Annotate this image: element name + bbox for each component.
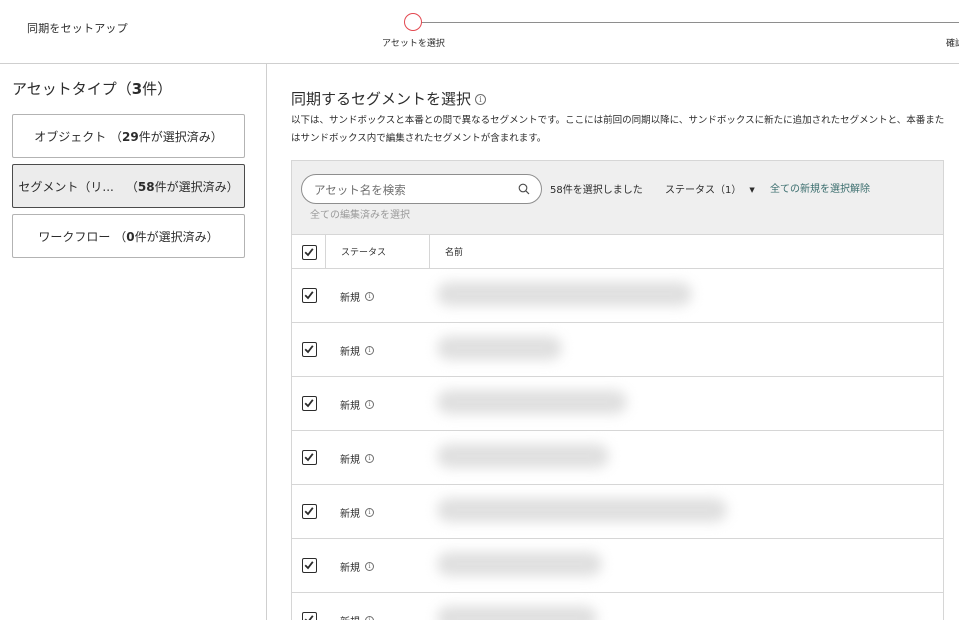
asset-type-panel: アセットタイプ（3件） オブジェクト （29件が選択済み） セグメント（リ...… <box>0 64 267 620</box>
chevron-down-icon: ▼ <box>749 186 755 194</box>
selected-count-text: 58件を選択しました <box>550 185 643 196</box>
segment-name-redacted <box>437 606 597 620</box>
checkmark-icon <box>304 399 314 408</box>
segment-name-redacted <box>437 390 627 414</box>
asset-type-segments-button[interactable]: セグメント（リ... （58件が選択済み） <box>12 164 245 208</box>
row-status: 新規i <box>340 343 374 358</box>
asset-type-label: セグメント（リ... <box>18 179 114 194</box>
section-title: 同期するセグメントを選択 i <box>291 88 487 109</box>
asset-type-workflows-button[interactable]: ワークフロー （0件が選択済み） <box>12 214 245 258</box>
segments-table: ステータス 名前 新規 i 新規 i 新規 i 新規 i 新規 i 新規 i i <box>291 234 944 620</box>
info-icon[interactable]: i <box>365 454 374 463</box>
info-icon[interactable]: i <box>365 508 374 517</box>
row-checkbox[interactable] <box>302 450 317 465</box>
segment-name-redacted <box>437 498 727 522</box>
row-checkbox[interactable] <box>302 396 317 411</box>
table-row[interactable]: 新規i <box>291 593 944 620</box>
checkmark-icon <box>304 345 314 354</box>
row-checkbox[interactable] <box>302 288 317 303</box>
row-status: 新規i <box>340 451 374 466</box>
header-checkbox-cell <box>292 235 326 269</box>
table-row[interactable]: 新規i <box>291 431 944 485</box>
header: 同期をセットアップ アセットを選択 確認 <box>0 0 959 64</box>
column-header-status[interactable]: ステータス <box>326 235 430 269</box>
table-row[interactable]: 新規i <box>291 539 944 593</box>
row-status: 新規i <box>340 289 374 304</box>
status-filter-dropdown[interactable]: ステータス（1） ▼ <box>665 181 755 196</box>
checkmark-icon <box>304 507 314 516</box>
asset-type-objects-button[interactable]: オブジェクト （29件が選択済み） <box>12 114 245 158</box>
info-icon[interactable]: i <box>365 400 374 409</box>
row-checkbox[interactable] <box>302 612 317 620</box>
step-indicator-current <box>404 13 422 31</box>
search-field[interactable] <box>301 174 542 204</box>
table-row[interactable]: 新規i <box>291 269 944 323</box>
step-label-confirm: 確認 <box>946 39 959 49</box>
search-input[interactable] <box>314 181 514 199</box>
deselect-all-new-link[interactable]: 全ての新規を選択解除 <box>770 180 870 195</box>
table-header: ステータス 名前 <box>291 234 944 269</box>
table-row[interactable]: 新規i <box>291 485 944 539</box>
info-icon[interactable]: i <box>475 94 487 105</box>
checkmark-icon <box>304 561 314 570</box>
checkmark-icon <box>304 453 314 462</box>
asset-type-label: ワークフロー （0件が選択済み） <box>38 229 219 244</box>
info-icon[interactable]: i <box>365 292 374 301</box>
asset-type-label: オブジェクト （29件が選択済み） <box>34 129 223 144</box>
section-description: 以下は、サンドボックスと本番との間で異なるセグメントです。ここには前回の同期以降… <box>291 115 945 144</box>
table-toolbar: 58件を選択しました ステータス（1）▼ 全ての新規を選択解除 全ての編集済みを… <box>291 160 944 235</box>
checkmark-icon <box>304 248 314 257</box>
search-icon <box>518 183 530 195</box>
table-row[interactable]: 新規i <box>291 377 944 431</box>
row-status: 新規i <box>340 505 374 520</box>
segment-name-redacted <box>437 336 562 360</box>
row-status: 新規i <box>340 613 374 620</box>
column-header-name[interactable]: 名前 <box>445 245 463 258</box>
info-icon[interactable]: i <box>365 346 374 355</box>
page-title: 同期をセットアップ <box>27 22 128 35</box>
asset-type-heading: アセットタイプ（3件） <box>12 80 173 98</box>
row-checkbox[interactable] <box>302 342 317 357</box>
select-all-checkbox[interactable] <box>302 245 317 260</box>
info-icon[interactable]: i <box>365 616 374 620</box>
select-all-edited-link[interactable]: 全ての編集済みを選択 <box>310 206 410 221</box>
row-status: 新規i <box>340 397 374 412</box>
segment-name-redacted <box>437 282 692 306</box>
row-checkbox[interactable] <box>302 504 317 519</box>
segment-name-redacted <box>437 444 609 468</box>
row-status: 新規i <box>340 559 374 574</box>
row-checkbox[interactable] <box>302 558 317 573</box>
table-row[interactable]: 新規i <box>291 323 944 377</box>
checkmark-icon <box>304 615 314 620</box>
stepper-line <box>421 22 959 23</box>
segment-name-redacted <box>437 552 602 576</box>
segment-selection-panel: 同期するセグメントを選択 i 以下は、サンドボックスと本番との間で異なるセグメン… <box>267 64 959 620</box>
step-label-select-assets: アセットを選択 <box>382 39 445 49</box>
asset-type-count: （58件が選択済み） <box>125 179 239 194</box>
info-icon[interactable]: i <box>365 562 374 571</box>
checkmark-icon <box>304 291 314 300</box>
